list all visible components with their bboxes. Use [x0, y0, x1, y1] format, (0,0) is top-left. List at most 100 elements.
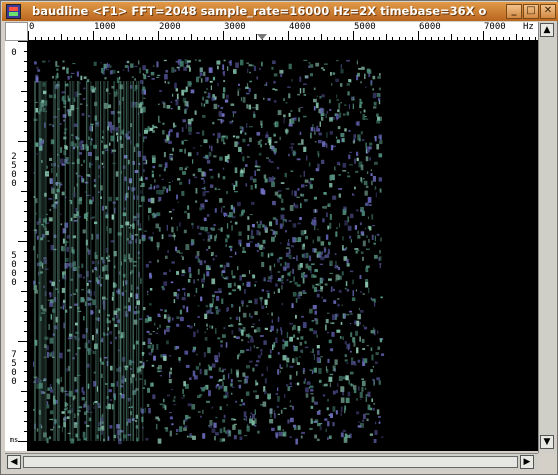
spectrogram-texture [334, 264, 338, 269]
spectrogram-texture [301, 184, 305, 188]
spectrogram-texture [301, 349, 304, 354]
spectrogram-texture [220, 340, 223, 343]
scroll-up-button[interactable]: ▲ [540, 23, 554, 37]
close-button[interactable]: ✕ [540, 4, 556, 19]
spectrogram-texture [327, 332, 330, 334]
spectrogram-texture [294, 281, 298, 285]
freq-tick-mark [93, 31, 94, 40]
spectrogram-texture [147, 316, 152, 322]
spectrogram-texture [228, 373, 230, 379]
maximize-button[interactable]: □ [523, 4, 539, 19]
baudline-app-icon[interactable] [6, 4, 21, 19]
spectrogram-texture [302, 88, 305, 94]
spectrogram-texture [199, 76, 201, 79]
horizontal-scrollbar[interactable]: ◀ ▶ [5, 453, 538, 471]
spectrogram-texture [173, 404, 177, 406]
scroll-left-button[interactable]: ◀ [7, 455, 21, 469]
spectrogram-texture [205, 99, 209, 104]
spectrogram-texture [151, 130, 155, 133]
freq-tick-mark [411, 37, 413, 40]
spectrogram-texture [38, 81, 40, 441]
spectrogram-texture [349, 151, 353, 153]
time-ruler[interactable]: 0 2500 5000 7500 ms [5, 41, 28, 451]
spectrogram-texture [332, 422, 335, 427]
spectrogram-texture [245, 183, 248, 187]
spectrogram-texture [336, 329, 341, 333]
spectrogram-texture [37, 254, 39, 259]
spectrogram-texture [237, 266, 239, 271]
spectrogram-texture [220, 119, 225, 123]
spectrogram-texture [152, 394, 156, 400]
spectrogram-texture [308, 62, 311, 65]
spectrogram-texture [214, 187, 217, 191]
spectrogram-texture [374, 430, 378, 435]
time-tick-mark [24, 301, 27, 302]
spectrogram-texture [295, 357, 298, 363]
minimize-button[interactable]: _ [506, 4, 522, 19]
time-tick-mark [24, 281, 27, 282]
spectrogram-texture [313, 275, 317, 278]
spectrogram-texture [344, 359, 348, 362]
spectrogram-texture [333, 300, 337, 304]
frequency-ruler[interactable]: 0 1000 2000 3000 4000 5000 6000 7000 Hz [28, 22, 538, 41]
spectrogram-texture [251, 201, 255, 205]
spectrogram-texture [381, 436, 384, 438]
spectrogram-texture [163, 398, 165, 403]
spectrogram-texture [252, 274, 256, 279]
spectrogram-texture [232, 275, 236, 279]
spectrogram-texture [369, 433, 373, 436]
spectrogram-texture [314, 209, 316, 213]
title-bar[interactable]: baudline <F1> FFT=2048 sample_rate=16000… [2, 2, 558, 21]
spectrogram-texture [183, 66, 187, 71]
spectrogram-texture [208, 267, 211, 270]
spectrogram-texture [370, 173, 373, 176]
spectrogram-texture [230, 220, 232, 223]
scroll-right-button[interactable]: ▶ [520, 455, 534, 469]
spectrogram-texture [293, 276, 295, 282]
scroll-down-button[interactable]: ▼ [540, 435, 554, 449]
spectrogram-texture [355, 250, 358, 254]
horizontal-scroll-thumb[interactable] [23, 456, 518, 468]
spectrogram-texture [305, 75, 309, 79]
spectrogram-texture [166, 224, 168, 231]
spectrogram-texture [80, 164, 83, 166]
spectrogram-texture [370, 80, 373, 85]
freq-tick-mark [314, 37, 315, 40]
spectrogram-texture [241, 152, 243, 154]
spectrogram-texture [351, 361, 355, 366]
spectrogram-texture [247, 144, 250, 147]
spectrogram-texture [192, 349, 196, 353]
spectrogram-texture [361, 387, 364, 392]
spectrogram-texture [273, 148, 277, 153]
spectrogram-texture [318, 139, 322, 144]
spectrogram-texture [130, 81, 131, 441]
spectrogram-texture [261, 289, 265, 292]
spectrogram-display[interactable] [28, 41, 538, 451]
spectrogram-texture [142, 65, 146, 71]
spectrogram-texture [241, 303, 244, 307]
spectrogram-texture [206, 232, 211, 234]
spectrogram-texture [239, 275, 242, 281]
spectrogram-texture [55, 61, 58, 67]
spectrogram-texture [195, 59, 197, 61]
spectrogram-texture [237, 90, 240, 96]
spectrogram-texture [293, 150, 296, 157]
spectrogram-texture [309, 308, 313, 314]
spectrogram-texture [378, 97, 381, 101]
spectrogram-texture [148, 236, 151, 240]
vertical-scrollbar[interactable]: ▲ ▼ [538, 22, 556, 453]
spectrogram-texture [298, 117, 300, 122]
spectrogram-texture [359, 222, 362, 226]
frequency-cursor-marker[interactable] [257, 34, 267, 40]
spectrogram-texture [231, 305, 234, 307]
spectrogram-texture [126, 81, 128, 441]
spectrogram-texture [359, 99, 362, 104]
spectrogram-texture [182, 305, 185, 309]
freq-tick-mark [54, 37, 55, 40]
spectrogram-texture [246, 242, 251, 247]
spectrogram-texture [51, 167, 53, 174]
spectrogram-texture [37, 69, 41, 72]
spectrogram-texture [359, 104, 362, 109]
spectrogram-texture [282, 221, 284, 227]
freq-tick-label: 1000 [94, 22, 116, 32]
